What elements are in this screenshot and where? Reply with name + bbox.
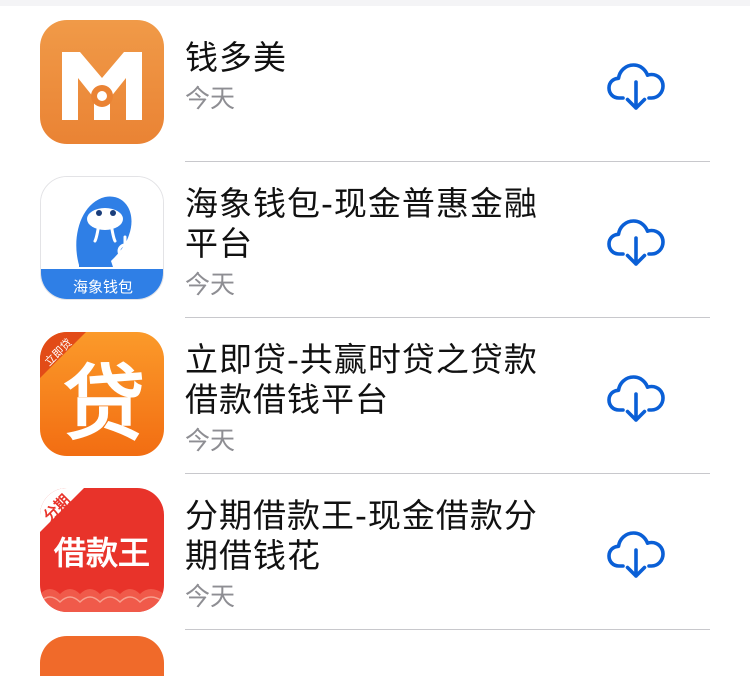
- app-date: 今天: [185, 426, 236, 455]
- icon-label: 海象钱包: [73, 278, 133, 296]
- list-item[interactable]: 海象钱包 海象钱包-现金普惠金融平台 今天: [0, 162, 750, 318]
- app-name[interactable]: 立即贷-共赢时贷之贷款借款借钱平台: [185, 340, 545, 420]
- list-item[interactable]: 分期 借款王 分期借款王-现金借款分期借钱花 今天: [0, 474, 750, 630]
- app-date: 今天: [185, 84, 236, 113]
- cloud-download-icon: [607, 375, 665, 422]
- app-info: 分期借款王-现金借款分期借钱花 今天: [185, 496, 545, 612]
- cloud-download-icon: [607, 219, 665, 266]
- app-info: 钱多美 今天: [185, 38, 545, 114]
- cloud-download-icon: [607, 531, 665, 578]
- app-date: 今天: [185, 270, 236, 299]
- qianduomei-icon[interactable]: [40, 20, 164, 144]
- icon-text: 借款王: [53, 534, 150, 572]
- row-divider: [185, 629, 710, 630]
- app-info: 立即贷-共赢时贷之贷款借款借钱平台 今天: [185, 340, 545, 456]
- lijidai-icon[interactable]: 立即贷 贷: [40, 332, 164, 456]
- app-name[interactable]: 分期借款王-现金借款分期借钱花: [185, 496, 545, 576]
- icon-glyph: 贷: [63, 357, 145, 452]
- list-item[interactable]: 立即贷 贷 立即贷-共赢时贷之贷款借款借钱平台 今天: [0, 318, 750, 474]
- download-button[interactable]: [606, 216, 666, 268]
- app-info: 海象钱包-现金普惠金融平台 今天: [185, 184, 545, 300]
- next-app-icon[interactable]: [40, 636, 164, 676]
- haixiang-wallet-icon[interactable]: 海象钱包: [40, 176, 164, 300]
- fenqi-jiekuanwang-icon[interactable]: 分期 借款王: [40, 488, 164, 612]
- list-item[interactable]: 钱多美 今天: [0, 6, 750, 162]
- download-button[interactable]: [606, 528, 666, 580]
- app-list: 钱多美 今天 海象钱包 海象钱包-现金普惠金融平台 今天 立即贷 贷 立即贷-共…: [0, 6, 750, 630]
- download-button[interactable]: [606, 372, 666, 424]
- app-date: 今天: [185, 582, 236, 611]
- download-button[interactable]: [606, 60, 666, 112]
- app-name[interactable]: 海象钱包-现金普惠金融平台: [185, 184, 545, 264]
- app-name[interactable]: 钱多美: [185, 38, 545, 78]
- cloud-download-icon: [607, 63, 665, 110]
